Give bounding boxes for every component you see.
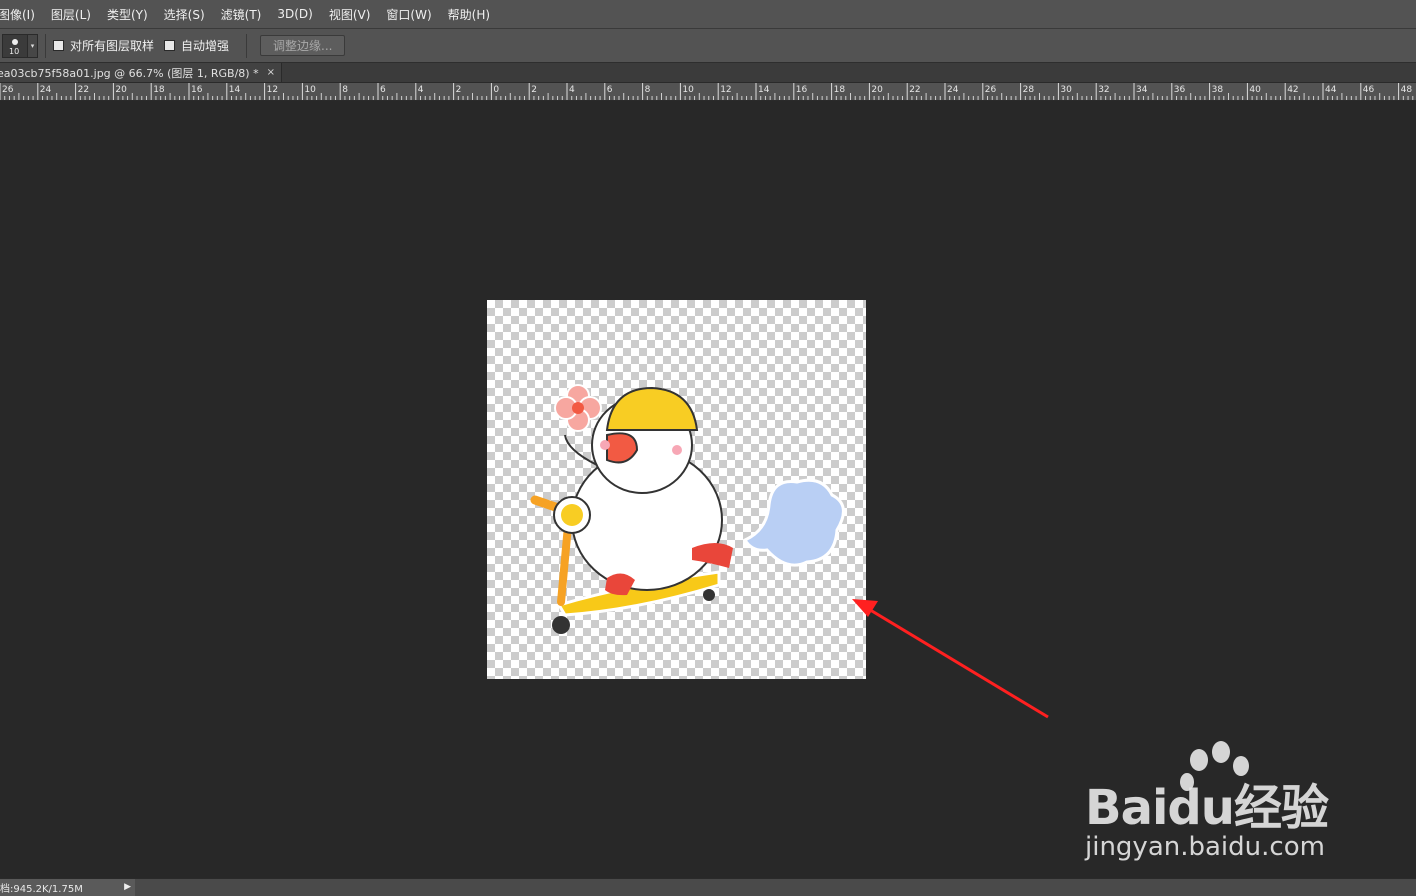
brush-tip-icon bbox=[12, 38, 18, 45]
cartoon-duck-scooter-image bbox=[530, 384, 845, 634]
ruler-label: 10 bbox=[682, 85, 694, 95]
status-menu-arrow-icon[interactable]: ▶ bbox=[124, 882, 131, 892]
ruler-label: 32 bbox=[1098, 85, 1109, 95]
ruler-label: 28 bbox=[1023, 85, 1035, 95]
ruler-label: 24 bbox=[40, 85, 52, 95]
ruler-label: 10 bbox=[304, 85, 316, 95]
ruler-label: 4 bbox=[569, 85, 575, 95]
ruler-label: 36 bbox=[1174, 85, 1186, 95]
ruler-label: 14 bbox=[758, 85, 770, 95]
horizontal-ruler[interactable]: 26 24 22 20 18 16 14 12 10 8 6 4 2 0 2 4 6 8 10 12 14 16 18 20 2… bbox=[0, 83, 1416, 101]
ruler-label: 18 bbox=[153, 85, 165, 95]
sample-all-layers-option[interactable]: 对所有图层取样 bbox=[53, 37, 154, 54]
ruler-label: 12 bbox=[720, 85, 731, 95]
ruler-label: 6 bbox=[380, 85, 386, 95]
document-canvas[interactable] bbox=[487, 300, 866, 679]
ruler-label: 38 bbox=[1212, 85, 1224, 95]
ruler-label: 26 bbox=[2, 85, 14, 95]
menu-3d[interactable]: 3D(D) bbox=[277, 7, 320, 21]
document-tab[interactable]: ea03cb75f58a01.jpg @ 66.7% (图层 1, RGB/8)… bbox=[0, 63, 282, 82]
sample-all-layers-label: 对所有图层取样 bbox=[70, 39, 155, 53]
ruler-label: 30 bbox=[1060, 85, 1072, 95]
doc-size-readout: 档:945.2K/1.75M bbox=[0, 884, 83, 895]
ruler-label: 2 bbox=[456, 85, 462, 95]
ruler-label: 20 bbox=[115, 85, 127, 95]
menu-help[interactable]: 帮助(H) bbox=[448, 6, 498, 23]
document-tab-strip: ea03cb75f58a01.jpg @ 66.7% (图层 1, RGB/8)… bbox=[0, 63, 1416, 83]
watermark-url: jingyan.baidu.com bbox=[1085, 832, 1325, 862]
ruler-label: 42 bbox=[1287, 85, 1298, 95]
ruler-label: 14 bbox=[229, 85, 241, 95]
refine-edge-button[interactable]: 调整边缘... bbox=[260, 35, 346, 56]
menu-window[interactable]: 窗口(W) bbox=[386, 6, 439, 23]
ruler-label: 24 bbox=[947, 85, 959, 95]
menu-type[interactable]: 类型(Y) bbox=[107, 6, 156, 23]
auto-enhance-option[interactable]: 自动增强 bbox=[164, 37, 229, 54]
doc-size-panel[interactable]: 档:945.2K/1.75M ▶ bbox=[0, 879, 135, 896]
menu-layer[interactable]: 图层(L) bbox=[51, 6, 99, 23]
options-divider bbox=[246, 33, 248, 58]
ruler-label: 22 bbox=[78, 85, 89, 95]
ruler-ticks: 26 24 22 20 18 16 14 12 10 8 6 4 2 0 2 4 6 8 10 12 14 16 18 20 2… bbox=[0, 83, 1414, 100]
ruler-label: 2 bbox=[531, 85, 537, 95]
ruler-label: 46 bbox=[1363, 85, 1375, 95]
ruler-label: 40 bbox=[1249, 85, 1261, 95]
ruler-label: 20 bbox=[871, 85, 883, 95]
close-icon[interactable]: × bbox=[267, 67, 275, 78]
document-tab-title: ea03cb75f58a01.jpg @ 66.7% (图层 1, RGB/8)… bbox=[0, 66, 259, 80]
status-bar: 档:945.2K/1.75M ▶ bbox=[0, 878, 1416, 896]
brush-size-label: 10 bbox=[9, 46, 20, 56]
ruler-label: 4 bbox=[418, 85, 424, 95]
baidu-jingyan-watermark: Baidu经验 jingyan.baidu.com bbox=[1085, 740, 1345, 870]
menu-view[interactable]: 视图(V) bbox=[329, 6, 379, 23]
menu-filter[interactable]: 滤镜(T) bbox=[221, 6, 270, 23]
options-divider bbox=[45, 33, 46, 58]
ruler-label: 12 bbox=[267, 85, 278, 95]
ruler-label: 44 bbox=[1325, 85, 1337, 95]
brush-dropdown-arrow-icon[interactable]: ▾ bbox=[28, 33, 38, 58]
ruler-label: 22 bbox=[909, 85, 920, 95]
ruler-label: 8 bbox=[645, 85, 651, 95]
options-bar: 10 ▾ 对所有图层取样 自动增强 调整边缘... bbox=[0, 29, 1416, 63]
brush-preset-picker[interactable]: 10 bbox=[2, 33, 28, 58]
ruler-label: 18 bbox=[834, 85, 846, 95]
auto-enhance-label: 自动增强 bbox=[181, 39, 230, 53]
auto-enhance-checkbox[interactable] bbox=[164, 40, 176, 51]
ruler-label: 0 bbox=[493, 85, 499, 95]
ruler-label: 8 bbox=[342, 85, 348, 95]
menu-bar: 图像(I) 图层(L) 类型(Y) 选择(S) 滤镜(T) 3D(D) 视图(V… bbox=[0, 0, 1416, 29]
watermark-logo: Baidu经验 bbox=[1085, 780, 1329, 836]
ruler-label: 34 bbox=[1136, 85, 1148, 95]
menu-image[interactable]: 图像(I) bbox=[0, 6, 43, 23]
menu-select[interactable]: 选择(S) bbox=[164, 6, 213, 23]
sample-all-layers-checkbox[interactable] bbox=[53, 40, 64, 51]
ruler-label: 26 bbox=[985, 85, 997, 95]
ruler-label: 48 bbox=[1401, 85, 1413, 95]
ruler-label: 16 bbox=[796, 85, 808, 95]
ruler-label: 16 bbox=[191, 85, 203, 95]
ruler-label: 6 bbox=[607, 85, 613, 95]
